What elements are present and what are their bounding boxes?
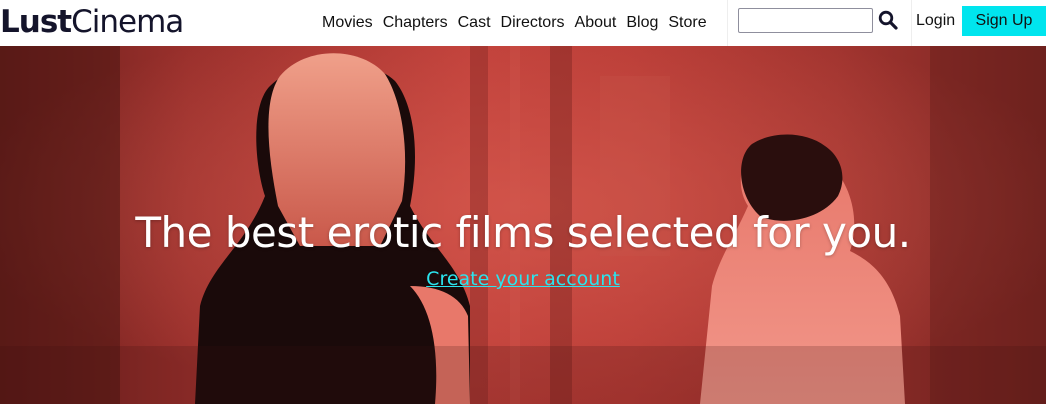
search-input[interactable] [738,8,873,33]
login-link[interactable]: Login [916,12,955,30]
nav-item-movies[interactable]: Movies [322,14,373,32]
site-header: Lust Cinema Movies Chapters Cast Directo… [0,0,1046,46]
hero-title: The best erotic films selected for you. [135,208,911,257]
hero-banner: The best erotic films selected for you. … [0,46,1046,404]
search-button[interactable] [877,9,899,31]
nav-item-store[interactable]: Store [668,14,706,32]
search-icon [878,10,898,30]
nav-item-about[interactable]: About [575,14,617,32]
nav-item-chapters[interactable]: Chapters [383,14,448,32]
hero-cta-wrap: Create your account [0,268,1046,290]
nav-item-blog[interactable]: Blog [626,14,658,32]
site-logo[interactable]: Lust Cinema [0,4,184,42]
create-account-link[interactable]: Create your account [426,268,620,290]
logo-light-text: Cinema [71,4,184,40]
logo-bold-text: Lust [0,4,72,40]
signup-button[interactable]: Sign Up [962,6,1046,36]
main-nav: Movies Chapters Cast Directors About Blo… [322,0,717,46]
nav-item-cast[interactable]: Cast [458,14,491,32]
search-box [727,0,912,46]
nav-item-directors[interactable]: Directors [501,14,565,32]
